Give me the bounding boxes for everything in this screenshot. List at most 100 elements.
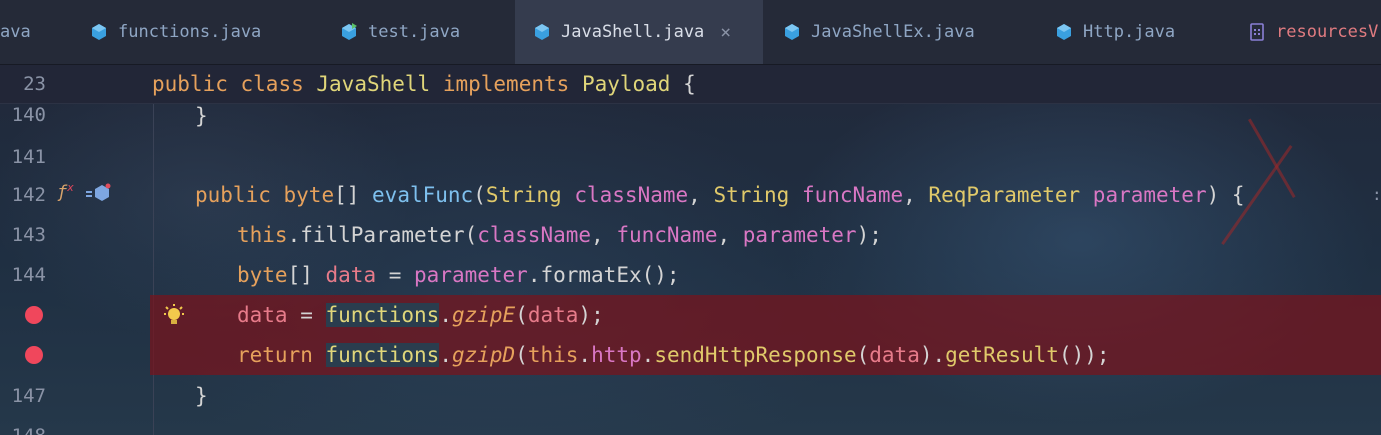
code-line-148[interactable]: 148 <box>0 416 1381 435</box>
code-token: parameter <box>414 263 528 287</box>
code-token: . <box>439 343 452 367</box>
code-line-143[interactable]: 143 this.fillParameter(className, funcNa… <box>0 215 1381 255</box>
resource-bundle-icon <box>1248 23 1266 41</box>
code-text: return functions.gzipD(this.http.sendHtt… <box>237 335 1110 375</box>
code-line-146[interactable]: return functions.gzipD(this.http.sendHtt… <box>0 335 1381 375</box>
code-token: ()); <box>1058 343 1110 367</box>
code-token: funcName <box>616 223 718 247</box>
code-line-141[interactable]: 141 <box>0 136 1381 176</box>
line-number: 141 <box>11 146 46 168</box>
tab-functions-java[interactable]: functions.java <box>90 0 290 64</box>
breakpoint-icon[interactable] <box>25 306 43 324</box>
function-icon[interactable]: ƒx <box>57 181 74 203</box>
code-line-140[interactable]: 140 } <box>0 96 1381 136</box>
line-number: 148 <box>0 425 46 435</box>
code-token: , <box>903 183 929 207</box>
tab-label: resourcesV <box>1276 22 1379 42</box>
code-token: ( <box>515 303 528 327</box>
implementation-marker-icon[interactable] <box>86 183 112 207</box>
java-class-icon <box>90 23 108 41</box>
breakpoint-icon[interactable] <box>25 346 43 364</box>
code-token: , <box>717 223 743 247</box>
code-token: byte <box>237 263 288 287</box>
code-token: ( <box>515 343 528 367</box>
tab-label: JavaShell.java <box>561 22 705 42</box>
tab-partial-java[interactable]: ava <box>0 0 70 64</box>
close-tab-icon[interactable]: × <box>720 22 731 43</box>
code-token: .formatEx(); <box>527 263 680 287</box>
tab-javashellex-java[interactable]: JavaShellEx.java <box>783 0 1013 64</box>
line-number: 140 <box>11 104 46 126</box>
code-line-142[interactable]: 142 ƒx public byte[] evalFunc(String cla… <box>0 175 1381 215</box>
code-token: ); <box>578 303 604 327</box>
code-token: { <box>683 72 696 96</box>
code-text: } <box>195 104 208 128</box>
code-token: gzipE <box>451 303 516 327</box>
code-token: evalFunc <box>372 183 474 207</box>
code-token: [] <box>287 263 326 287</box>
code-token: return <box>237 343 313 367</box>
editor-tab-bar: ava functions.java test.java JavaShell.j… <box>0 0 1381 65</box>
code-token: ) { <box>1206 183 1245 207</box>
code-token: className <box>574 183 689 207</box>
folded-region-hint[interactable]: : <box>1372 175 1381 215</box>
code-token: getResult <box>945 343 1059 367</box>
tab-resources[interactable]: resourcesV <box>1248 0 1381 64</box>
code-token: public <box>195 183 271 207</box>
tab-label: Http.java <box>1083 22 1176 42</box>
line-number: 144 <box>11 264 46 286</box>
code-line-145[interactable]: data = functions.gzipE(data); <box>0 295 1381 335</box>
code-token: ( <box>856 343 870 367</box>
code-token: data <box>325 263 377 287</box>
code-token: functions <box>325 343 440 367</box>
tab-javashell-java[interactable]: JavaShell.java × <box>515 0 763 64</box>
code-token: ); <box>856 223 882 247</box>
java-class-icon <box>533 23 551 41</box>
code-token: data <box>869 343 920 367</box>
code-token: class <box>240 72 304 96</box>
code-token: [] <box>334 183 373 207</box>
code-token: byte <box>283 183 335 207</box>
java-class-icon <box>1055 23 1073 41</box>
line-number: 142 <box>11 184 46 206</box>
java-class-icon <box>783 23 801 41</box>
code-token: . <box>439 303 452 327</box>
code-token: . <box>578 343 592 367</box>
code-token: sendHttpResponse <box>654 343 857 367</box>
code-token: parameter <box>742 223 857 247</box>
code-token: gzipD <box>451 343 516 367</box>
tab-label: test.java <box>368 22 461 42</box>
code-token: parameter <box>1092 183 1207 207</box>
tab-label: JavaShellEx.java <box>811 22 975 42</box>
code-text: public byte[] evalFunc(String className,… <box>195 175 1245 215</box>
code-token: , <box>591 223 617 247</box>
code-token: data <box>527 303 579 327</box>
line-number: 147 <box>11 385 46 407</box>
tab-label: functions.java <box>118 22 262 42</box>
code-token: .fillParameter( <box>287 223 478 247</box>
tab-test-java[interactable]: test.java <box>340 0 500 64</box>
code-token: this <box>527 343 579 367</box>
code-token: data <box>237 303 288 327</box>
lightbulb-icon[interactable] <box>162 304 186 332</box>
code-token: implements <box>442 72 570 96</box>
line-number: 143 <box>11 224 46 246</box>
tab-http-java[interactable]: Http.java <box>1055 0 1215 64</box>
tab-label: ava <box>0 22 31 42</box>
code-token: ). <box>919 343 946 367</box>
code-token: this <box>237 223 288 247</box>
code-text: this.fillParameter(className, funcName, … <box>237 215 882 255</box>
java-class-run-icon <box>340 23 358 41</box>
code-line-147[interactable]: 147 } <box>0 376 1381 416</box>
code-token: ( <box>473 183 486 207</box>
code-text: byte[] data = parameter.formatEx(); <box>237 255 680 295</box>
code-line-144[interactable]: 144 byte[] data = parameter.formatEx(); <box>0 255 1381 295</box>
code-token: , <box>688 183 714 207</box>
code-token: . <box>641 343 655 367</box>
code-token: = <box>376 263 415 287</box>
code-text: data = functions.gzipE(data); <box>237 295 604 335</box>
line-number: 23 <box>23 73 46 95</box>
code-token: funcName <box>801 183 904 207</box>
code-text: } <box>195 384 208 408</box>
